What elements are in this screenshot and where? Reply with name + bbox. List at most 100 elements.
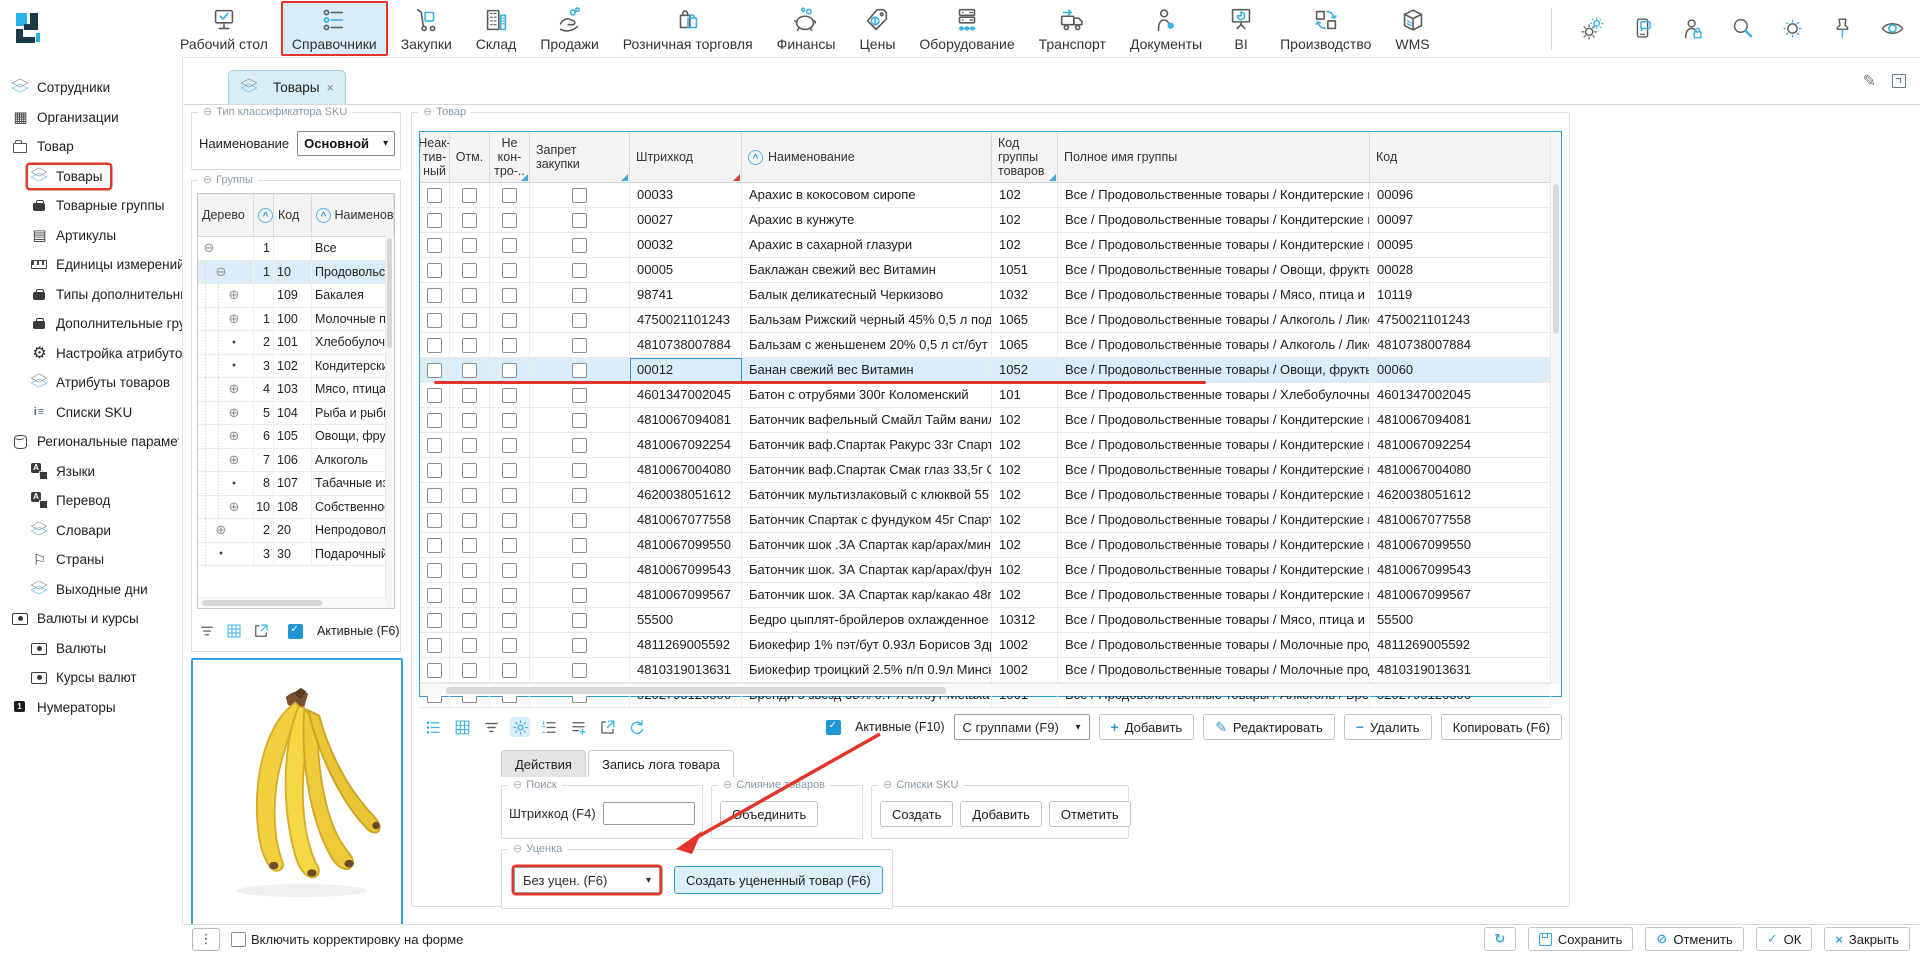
product-row[interactable]: 4810319013631 Биокефир троицкий 2.5% п/п… — [420, 658, 1551, 683]
purchase-ban-cell[interactable] — [530, 508, 630, 532]
name-cell[interactable]: Биокефир 1% пэт/бут 0.93л Борисов Здраву… — [742, 633, 992, 657]
inactive-checkbox[interactable] — [427, 213, 442, 228]
product-row[interactable]: 4810067077558 Батончик Спартак с фундуко… — [420, 508, 1551, 533]
marked-cell[interactable] — [450, 558, 490, 582]
sidebar-item[interactable]: Страны — [0, 545, 182, 575]
nav-item[interactable]: Розничная торговля — [612, 1, 764, 56]
uncontrolled-checkbox[interactable] — [502, 313, 517, 328]
inactive-cell[interactable] — [420, 233, 450, 257]
feedback-icon[interactable] — [1629, 15, 1656, 42]
barcode-cell[interactable]: 4810067094081 — [630, 408, 742, 432]
purchase-ban-checkbox[interactable] — [572, 663, 587, 678]
sidebar-item[interactable]: Валюты — [0, 634, 182, 664]
code-cell[interactable]: 4620038051612 — [1370, 483, 1551, 507]
inactive-cell[interactable] — [420, 408, 450, 432]
tree-row[interactable]: 2 101 Хлебобулочные из — [198, 331, 394, 355]
name-cell[interactable]: Бальзам Рижский черный 45% 0,5 л под.упа… — [742, 308, 992, 332]
marked-cell[interactable] — [450, 333, 490, 357]
uncontrolled-checkbox[interactable] — [502, 638, 517, 653]
add-button[interactable]: +Добавить — [1099, 714, 1195, 740]
sidebar-item[interactable]: Перевод — [0, 486, 182, 516]
marked-cell[interactable] — [450, 608, 490, 632]
inactive-checkbox[interactable] — [427, 313, 442, 328]
code-cell[interactable]: 4810067077558 — [1370, 508, 1551, 532]
uncontrolled-cell[interactable] — [490, 458, 530, 482]
column-header-tree[interactable]: Дерево — [198, 194, 254, 236]
nav-item[interactable]: Финансы — [766, 1, 847, 56]
purchase-ban-checkbox[interactable] — [572, 613, 587, 628]
uncontrolled-cell[interactable] — [490, 633, 530, 657]
barcode-search-input[interactable] — [603, 802, 695, 825]
nav-item[interactable]: Производство — [1269, 1, 1382, 56]
code-cell[interactable]: 10119 — [1370, 283, 1551, 307]
purchase-ban-cell[interactable] — [530, 183, 630, 207]
name-cell[interactable]: Арахис в кокосовом сиропе — [742, 183, 992, 207]
tree-expander-icon[interactable] — [214, 522, 228, 538]
name-cell[interactable]: Батончик ваф.Спартак Смак глаз 33,5г Спа… — [742, 458, 992, 482]
marked-cell[interactable] — [450, 483, 490, 507]
purchase-ban-cell[interactable] — [530, 433, 630, 457]
toolbar-filter-icon[interactable] — [481, 717, 501, 737]
uncontrolled-checkbox[interactable] — [502, 663, 517, 678]
sku-create-button[interactable]: Создать — [880, 801, 953, 827]
purchase-ban-cell[interactable] — [530, 283, 630, 307]
purchase-ban-cell[interactable] — [530, 308, 630, 332]
inactive-checkbox[interactable] — [427, 613, 442, 628]
full-group-cell[interactable]: Все / Продовольственные товары / Кондите… — [1058, 208, 1370, 232]
uncontrolled-cell[interactable] — [490, 308, 530, 332]
sidebar-item[interactable]: Товар — [0, 132, 182, 162]
cancel-button[interactable]: ⊘Отменить — [1645, 927, 1743, 951]
group-code-cell[interactable]: 1065 — [992, 333, 1058, 357]
purchase-ban-cell[interactable] — [530, 633, 630, 657]
uncontrolled-cell[interactable] — [490, 208, 530, 232]
inactive-checkbox[interactable] — [427, 388, 442, 403]
marked-cell[interactable] — [450, 233, 490, 257]
marked-cell[interactable] — [450, 433, 490, 457]
tree-row[interactable]: 8 107 Табачные изделия — [198, 472, 394, 496]
uncontrolled-checkbox[interactable] — [502, 338, 517, 353]
marked-checkbox[interactable] — [462, 213, 477, 228]
merge-button[interactable]: Объединить — [720, 801, 818, 827]
sidebar-item[interactable]: Типы дополнительных групп — [0, 280, 182, 310]
barcode-cell[interactable]: 4810067099550 — [630, 533, 742, 557]
group-code-cell[interactable]: 102 — [992, 508, 1058, 532]
nav-item[interactable]: Справочники — [281, 1, 388, 56]
save-button[interactable]: Сохранить — [1528, 927, 1634, 951]
sidebar-item[interactable]: Языки — [0, 457, 182, 487]
table-horizontal-scrollbar[interactable] — [420, 683, 1551, 696]
group-code-cell[interactable]: 10312 — [992, 608, 1058, 632]
column-header[interactable]: Штрихкод — [630, 132, 742, 182]
inactive-cell[interactable] — [420, 583, 450, 607]
inactive-cell[interactable] — [420, 383, 450, 407]
panel-legend[interactable]: Тип классификатора SKU — [198, 105, 352, 118]
copy-button[interactable]: Копировать (F6) — [1441, 714, 1562, 740]
tree-expander-icon[interactable] — [227, 311, 241, 327]
nav-item[interactable]: Продажи — [529, 1, 609, 56]
name-cell[interactable]: Банан свежий вес Витамин — [742, 358, 992, 382]
inactive-cell[interactable] — [420, 533, 450, 557]
full-group-cell[interactable]: Все / Продовольственные товары / Мясо, п… — [1058, 283, 1370, 307]
panel-legend[interactable]: Поиск — [508, 778, 562, 791]
sidebar-item[interactable]: Списки SKU — [0, 398, 182, 428]
purchase-ban-cell[interactable] — [530, 408, 630, 432]
inactive-checkbox[interactable] — [427, 588, 442, 603]
marked-cell[interactable] — [450, 408, 490, 432]
uncontrolled-cell[interactable] — [490, 608, 530, 632]
uncontrolled-cell[interactable] — [490, 333, 530, 357]
userlock-icon[interactable] — [1679, 15, 1706, 42]
barcode-cell[interactable]: 00027 — [630, 208, 742, 232]
sidebar-item[interactable]: Валюты и курсы — [0, 604, 182, 634]
group-code-cell[interactable]: 1065 — [992, 308, 1058, 332]
full-group-cell[interactable]: Все / Продовольственные товары / Мясо, п… — [1058, 608, 1370, 632]
product-row[interactable]: 4810067092254 Батончик ваф.Спартак Ракур… — [420, 433, 1551, 458]
marked-checkbox[interactable] — [462, 413, 477, 428]
group-code-cell[interactable]: 1051 — [992, 258, 1058, 282]
full-group-cell[interactable]: Все / Продовольственные товары / Овощи, … — [1058, 358, 1370, 382]
product-row[interactable]: 4810067004080 Батончик ваф.Спартак Смак … — [420, 458, 1551, 483]
group-code-cell[interactable]: 1002 — [992, 633, 1058, 657]
inactive-cell[interactable] — [420, 208, 450, 232]
inactive-cell[interactable] — [420, 183, 450, 207]
name-cell[interactable]: Батончик мультизлаковый с клюквой 55 гр … — [742, 483, 992, 507]
full-group-cell[interactable]: Все / Продовольственные товары / Кондите… — [1058, 583, 1370, 607]
uncontrolled-cell[interactable] — [490, 483, 530, 507]
